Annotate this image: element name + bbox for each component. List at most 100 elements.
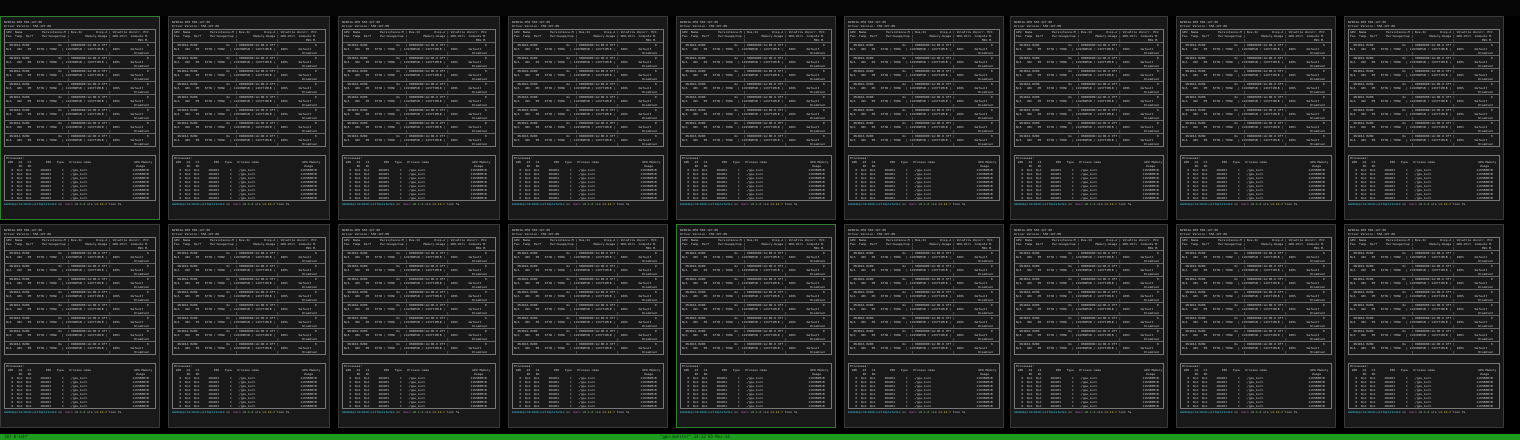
gpu-row: NVIDIA H200 On | 00000000:1A:00.0 Off | …	[681, 55, 831, 68]
prompt-python-version: v3.12.7	[938, 202, 953, 206]
gpu-row-text: | | Disabled	[1182, 64, 1325, 68]
shell-prompt[interactable]: mmmmmmpcimckbobiosttmplatedsa on main v0…	[4, 410, 156, 414]
gpu-row-text: | | Disabled	[1182, 298, 1325, 302]
terminal-pane[interactable]: NVIDIA-SMI 550.127.08 Driver Version: 55…	[168, 224, 330, 428]
shell-prompt[interactable]: mmmmmmpcimckbobiosttmplatedsa on main v0…	[342, 410, 496, 414]
gpu-row: NVIDIA H200 On | 00000000:1A:00.0 Off | …	[1349, 55, 1499, 68]
shell-prompt[interactable]: mmmmmmpcimckbobiosttmplatedsa on main v0…	[680, 202, 832, 206]
shell-prompt[interactable]: mmmmmmpcimckbobiosttmplatedsa on main v0…	[172, 410, 326, 414]
process-table: Processes: GPU GI CI PID Type Process na…	[342, 363, 496, 409]
prompt-text: via	[593, 202, 603, 206]
prompt-git-branch: main	[571, 410, 583, 414]
terminal-pane[interactable]: NVIDIA-SMI 550.127.08 Driver Version: 55…	[844, 16, 1004, 220]
terminal-pane[interactable]: NVIDIA-SMI 550.127.08 Driver Version: 55…	[508, 224, 668, 428]
gpu-row: NVIDIA H200 On | 00000000:1A:00.0 Off | …	[1349, 302, 1499, 315]
shell-prompt[interactable]: mmmmmmpcimckbobiosttmplatedsa on main v0…	[1348, 410, 1500, 414]
gpu-row: NVIDIA H200 On | 00000000:1A:00.0 Off | …	[1349, 315, 1499, 328]
gpu-row: NVIDIA H200 On | 00000000:1A:00.0 Off | …	[173, 55, 325, 68]
shell-prompt[interactable]: mmmmmmpcimckbobiosttmplatedsa on main v0…	[342, 202, 496, 206]
prompt-text: on	[56, 202, 64, 206]
gpu-row: NVIDIA H200 On | 00000000:1A:00.0 Off | …	[849, 341, 999, 354]
shell-prompt[interactable]: mmmmmmpcimckbobiosttmplatedsa on main v0…	[848, 410, 1000, 414]
shell-prompt[interactable]: mmmmmmpcimckbobiosttmplatedsa on main v0…	[172, 202, 326, 206]
gpu-row-text: | | Disabled	[850, 103, 993, 107]
terminal-pane[interactable]: NVIDIA-SMI 550.127.08 Driver Version: 55…	[1176, 224, 1336, 428]
prompt-text: via	[1261, 202, 1271, 206]
prompt-python-version: v3.12.7	[1270, 202, 1285, 206]
terminal-pane[interactable]: NVIDIA-SMI 550.127.08 Driver Version: 55…	[1344, 16, 1504, 220]
gpu-row: NVIDIA H200 On | 00000000:1A:00.0 Off | …	[343, 328, 495, 341]
gpu-table-header: | | MIG M.	[174, 246, 317, 250]
terminal-pane[interactable]: NVIDIA-SMI 550.127.08 Driver Version: 55…	[338, 16, 500, 220]
gpu-row: NVIDIA H200 On | 00000000:1A:00.0 Off | …	[343, 341, 495, 354]
gpu-table-header: | | MIG M.	[344, 38, 487, 42]
prompt-git-branch: main	[1073, 202, 1085, 206]
gpu-row: NVIDIA H200 On | 00000000:1A:00.0 Off | …	[681, 276, 831, 289]
gpu-row-text: | | Disabled	[1350, 324, 1493, 328]
gpu-row-text: | | Disabled	[1182, 129, 1325, 133]
smi-driver-version: Driver Version: 550.127.08	[1014, 24, 1061, 28]
gpu-row: NVIDIA H200 On | 00000000:1A:00.0 Off | …	[1349, 341, 1499, 354]
gpu-row: NVIDIA H200 On | 00000000:1A:00.0 Off | …	[849, 276, 999, 289]
terminal-pane[interactable]: NVIDIA-SMI 550.127.08 Driver Version: 55…	[1010, 224, 1168, 428]
gpu-row-text: | | Disabled	[1350, 103, 1493, 107]
shell-prompt[interactable]: mmmmmmpcimckbobiosttmplatedsa on main v0…	[1180, 410, 1332, 414]
gpu-row: NVIDIA H200 On | 00000000:1A:00.0 Off | …	[1181, 120, 1331, 133]
shell-prompt[interactable]: mmmmmmpcimckbobiosttmplatedsa on main v0…	[512, 410, 664, 414]
gpu-row: NVIDIA H200 On | 00000000:1A:00.0 Off | …	[173, 341, 325, 354]
gpu-row: NVIDIA H200 On | 00000000:1A:00.0 Off | …	[343, 120, 495, 133]
process-table: Processes: GPU GI CI PID Type Process na…	[1014, 363, 1164, 409]
gpu-row: NVIDIA H200 On | 00000000:1A:00.0 Off | …	[1349, 94, 1499, 107]
terminal-pane[interactable]: NVIDIA-SMI 550.127.08 Driver Version: 55…	[0, 224, 160, 428]
gpu-row-text: | | Disabled	[850, 324, 993, 328]
shell-prompt[interactable]: mmmmmmpcimckbobiosttmplatedsa on main v0…	[4, 202, 156, 206]
gpu-row-text: | | Disabled	[514, 64, 657, 68]
gpu-row-text: | | Disabled	[850, 64, 993, 68]
terminal-pane[interactable]: NVIDIA-SMI 550.127.08 Driver Version: 55…	[676, 224, 836, 428]
gpu-row-text: | | Disabled	[1350, 129, 1493, 133]
gpu-table: GPU Name Persistence-M | Bus-Id Disp.A |…	[1348, 29, 1500, 147]
gpu-row-text: | | Disabled	[1182, 142, 1325, 146]
prompt-python-version: v3.12.7	[1438, 410, 1453, 414]
prompt-python-version: v3.12.7	[1104, 202, 1119, 206]
prompt-git-branch: main	[1073, 410, 1085, 414]
terminal-pane[interactable]: NVIDIA-SMI 550.127.08 Driver Version: 55…	[0, 16, 160, 220]
gpu-row-text: | | Disabled	[344, 64, 487, 68]
status-window-list[interactable]: [0] 0:ssh*	[4, 434, 28, 440]
gpu-row: NVIDIA H200 On | 00000000:1A:00.0 Off | …	[173, 328, 325, 341]
terminal-pane[interactable]: NVIDIA-SMI 550.127.08 Driver Version: 55…	[1010, 16, 1168, 220]
shell-prompt[interactable]: mmmmmmpcimckbobiosttmplatedsa on main v0…	[1180, 202, 1332, 206]
prompt-python-version: v3.12.7	[602, 410, 617, 414]
terminal-pane[interactable]: NVIDIA-SMI 550.127.08 Driver Version: 55…	[508, 16, 668, 220]
terminal-pane[interactable]: NVIDIA-SMI 550.127.08 Driver Version: 55…	[168, 16, 330, 220]
terminal-pane[interactable]: NVIDIA-SMI 550.127.08 Driver Version: 55…	[1344, 224, 1504, 428]
shell-prompt[interactable]: mmmmmmpcimckbobiosttmplatedsa on main v0…	[512, 202, 664, 206]
terminal-pane[interactable]: NVIDIA-SMI 550.127.08 Driver Version: 55…	[338, 224, 500, 428]
gpu-row-text: | | Disabled	[514, 272, 657, 276]
terminal-pane[interactable]: NVIDIA-SMI 550.127.08 Driver Version: 55…	[1176, 16, 1336, 220]
gpu-row: NVIDIA H200 On | 00000000:1A:00.0 Off | …	[1181, 81, 1331, 94]
gpu-row: NVIDIA H200 On | 00000000:1A:00.0 Off | …	[5, 55, 155, 68]
prompt-directory: mmmmmmpcimckbobiosttmplatedsa	[1014, 410, 1067, 414]
gpu-row: NVIDIA H200 On | 00000000:1A:00.0 Off | …	[513, 81, 663, 94]
gpu-row-text: | | Disabled	[682, 64, 825, 68]
terminal-pane[interactable]: NVIDIA-SMI 550.127.08 Driver Version: 55…	[844, 224, 1004, 428]
shell-prompt[interactable]: mmmmmmpcimckbobiosttmplatedsa on main v0…	[1014, 410, 1164, 414]
gpu-row-text: | | Disabled	[682, 285, 825, 289]
gpu-row: NVIDIA H200 On | 00000000:1A:00.0 Off | …	[1015, 55, 1163, 68]
terminal-pane[interactable]: NVIDIA-SMI 550.127.08 Driver Version: 55…	[676, 16, 836, 220]
gpu-row: NVIDIA H200 On | 00000000:1A:00.0 Off | …	[343, 263, 495, 276]
shell-prompt[interactable]: mmmmmmpcimckbobiosttmplatedsa on main v0…	[848, 202, 1000, 206]
prompt-git-branch: main	[63, 410, 75, 414]
shell-prompt[interactable]: mmmmmmpcimckbobiosttmplatedsa on main v0…	[1348, 202, 1500, 206]
prompt-version: v0.1.0	[1250, 410, 1262, 414]
prompt-python-version: v3.12.7	[94, 202, 109, 206]
gpu-row-text: | | Disabled	[850, 129, 993, 133]
shell-prompt[interactable]: mmmmmmpcimckbobiosttmplatedsa on main v0…	[680, 410, 832, 414]
gpu-row-text: | | Disabled	[6, 298, 149, 302]
prompt-version: v0.1.0	[750, 410, 762, 414]
gpu-row: NVIDIA H200 On | 00000000:1A:00.0 Off | …	[5, 315, 155, 328]
prompt-duration: took 5s	[952, 202, 966, 206]
shell-prompt[interactable]: mmmmmmpcimckbobiosttmplatedsa on main v0…	[1014, 202, 1164, 206]
gpu-row: NVIDIA H200 On | 00000000:1A:00.0 Off | …	[1015, 263, 1163, 276]
